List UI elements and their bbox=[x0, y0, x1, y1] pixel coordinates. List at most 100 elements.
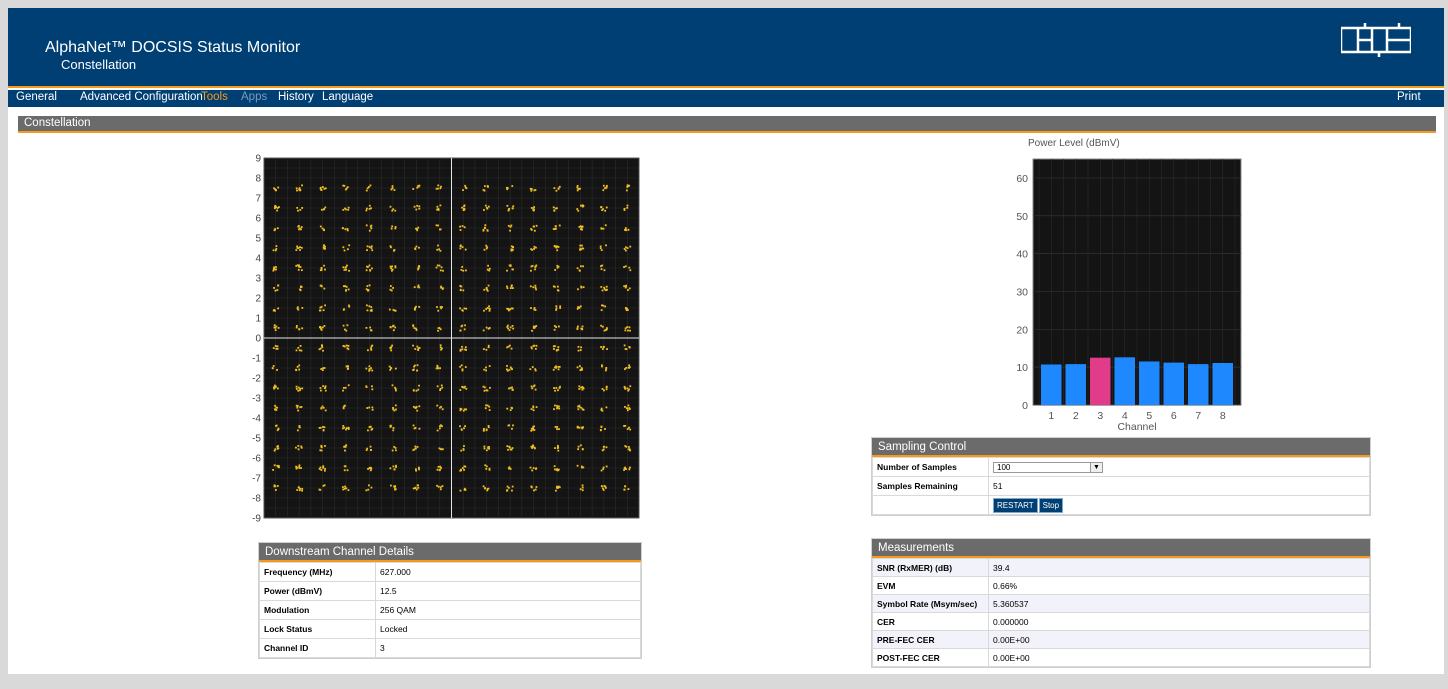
sample-dot bbox=[296, 189, 298, 192]
nav-tools[interactable]: Tools bbox=[201, 91, 228, 103]
y-tick-label: 2 bbox=[255, 294, 261, 305]
sample-dot bbox=[600, 304, 603, 307]
table-row: Modulation 256 QAM bbox=[259, 600, 641, 620]
sample-dot bbox=[459, 425, 461, 428]
sample-dot bbox=[554, 489, 557, 492]
sample-dot bbox=[366, 309, 369, 312]
sample-dot bbox=[276, 429, 279, 432]
panel-title: Measurements bbox=[872, 539, 1370, 558]
sample-dot bbox=[318, 326, 321, 329]
sample-dot bbox=[295, 326, 298, 329]
sample-dot bbox=[462, 269, 465, 272]
nav-general[interactable]: General bbox=[16, 91, 57, 103]
sample-dot bbox=[623, 488, 626, 491]
x-tick-label: 1 bbox=[1048, 410, 1054, 422]
sample-dot bbox=[579, 488, 582, 491]
sample-dot bbox=[276, 369, 278, 371]
x-tick-label: -1 bbox=[424, 525, 433, 526]
x-tick-label: 4 bbox=[542, 525, 548, 526]
sample-dot bbox=[486, 268, 489, 271]
sample-dot bbox=[459, 229, 462, 231]
sample-dot bbox=[347, 348, 350, 351]
stop-button[interactable]: Stop bbox=[1038, 497, 1064, 513]
sample-dot bbox=[276, 387, 279, 390]
sample-dot bbox=[465, 408, 468, 411]
sample-dot bbox=[417, 348, 419, 351]
sample-dot bbox=[556, 289, 559, 292]
sample-dot bbox=[553, 209, 556, 212]
sample-dot bbox=[485, 247, 488, 250]
sample-dot bbox=[370, 348, 373, 351]
sample-dot bbox=[624, 445, 627, 447]
sample-dot bbox=[554, 447, 556, 449]
chevron-down-icon[interactable]: ▼ bbox=[1090, 462, 1102, 472]
nav-advanced-configuration[interactable]: Advanced Configuration bbox=[80, 91, 203, 103]
sample-dot bbox=[416, 229, 419, 232]
sample-dot bbox=[368, 484, 370, 487]
sample-dot bbox=[344, 266, 347, 269]
nav-language[interactable]: Language bbox=[322, 91, 373, 103]
sample-dot bbox=[506, 188, 509, 191]
sample-dot bbox=[624, 329, 627, 332]
sample-dot bbox=[320, 189, 323, 191]
buttons-cell: RESTART Stop bbox=[988, 495, 1370, 515]
sample-dot bbox=[344, 228, 347, 231]
sample-dot bbox=[534, 284, 537, 287]
sample-dot bbox=[576, 307, 579, 310]
sample-dot bbox=[390, 367, 392, 369]
sample-dot bbox=[365, 207, 368, 210]
sample-dot bbox=[579, 228, 582, 231]
sample-dot bbox=[579, 187, 581, 190]
sample-dot bbox=[599, 247, 602, 250]
sample-dot bbox=[511, 427, 513, 430]
sample-dot bbox=[298, 464, 301, 467]
sample-dot bbox=[274, 204, 277, 207]
sample-dot bbox=[322, 349, 324, 352]
sample-dot bbox=[437, 465, 440, 468]
sample-dot bbox=[554, 468, 556, 471]
sample-dot bbox=[274, 188, 277, 191]
y-tick-label: -1 bbox=[252, 354, 261, 365]
sample-dot bbox=[512, 268, 514, 271]
sample-dot bbox=[511, 407, 514, 410]
table-row: Frequency (MHz) 627.000 bbox=[259, 562, 641, 582]
number-of-samples-select[interactable]: 100 ▼ bbox=[993, 461, 1103, 473]
sample-dot bbox=[626, 407, 629, 410]
sample-dot bbox=[440, 285, 442, 288]
sample-dot bbox=[273, 266, 276, 269]
sample-dot bbox=[370, 224, 373, 227]
sample-dot bbox=[371, 267, 373, 270]
sample-dot bbox=[417, 388, 420, 391]
print-link[interactable]: Print bbox=[1397, 91, 1421, 103]
sample-dot bbox=[461, 266, 464, 268]
sample-dot bbox=[276, 447, 279, 450]
sample-dot bbox=[604, 224, 607, 227]
sample-dot bbox=[395, 389, 397, 392]
sample-dot bbox=[369, 326, 372, 329]
sample-dot bbox=[462, 289, 465, 292]
sample-dot bbox=[391, 344, 394, 347]
sample-dot bbox=[347, 344, 350, 347]
sample-dot bbox=[439, 204, 442, 207]
sample-dot bbox=[624, 424, 627, 427]
sample-dot bbox=[297, 445, 300, 447]
sample-dot bbox=[487, 205, 490, 208]
y-tick-label: 4 bbox=[255, 254, 261, 265]
nav-history[interactable]: History bbox=[278, 91, 314, 103]
sample-dot bbox=[436, 484, 438, 487]
sample-dot bbox=[624, 286, 627, 289]
sample-dot bbox=[511, 368, 513, 371]
sample-dot bbox=[629, 466, 631, 469]
sample-dot bbox=[324, 385, 327, 388]
sample-dot bbox=[274, 489, 277, 491]
sample-dot bbox=[320, 329, 323, 331]
sample-dot bbox=[460, 364, 463, 367]
restart-button[interactable]: RESTART bbox=[993, 497, 1038, 513]
sample-dot bbox=[558, 428, 560, 431]
sample-dot bbox=[342, 285, 345, 288]
sample-dot bbox=[553, 387, 555, 389]
sample-dot bbox=[602, 184, 605, 187]
sample-dot bbox=[300, 285, 302, 288]
sample-dot bbox=[602, 487, 604, 490]
sample-dot bbox=[629, 449, 631, 452]
